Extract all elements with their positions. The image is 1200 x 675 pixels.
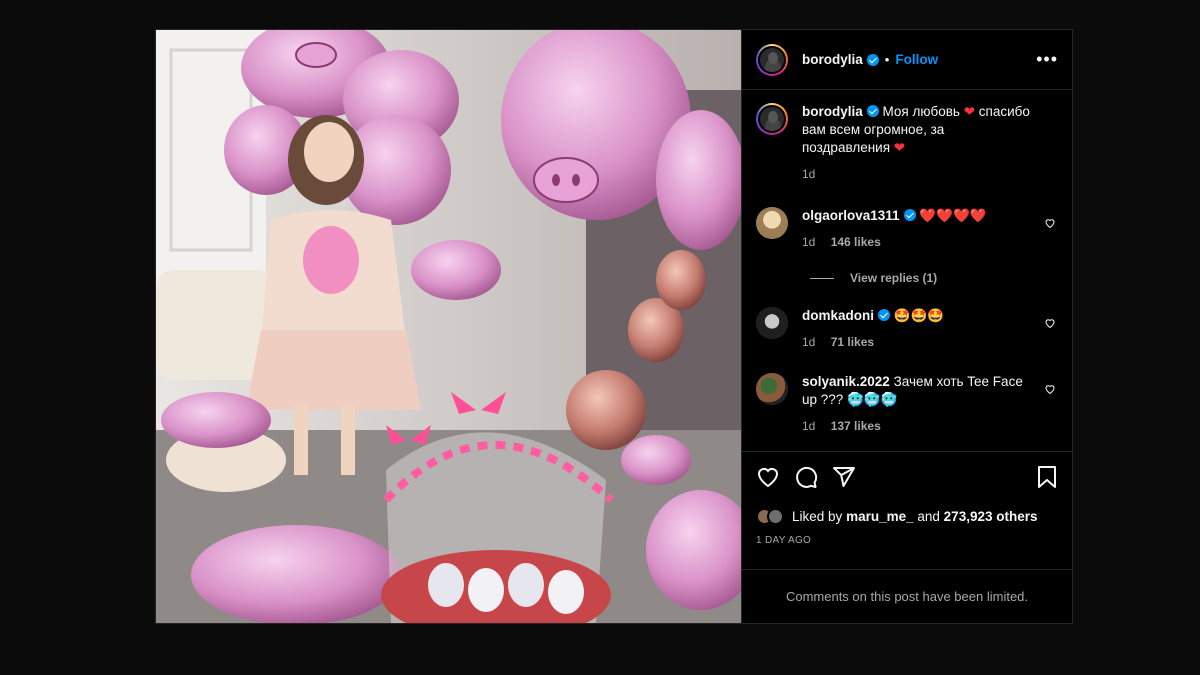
likes-summary: Liked by maru_me_ and 273,923 others	[756, 508, 1058, 525]
comment-avatar[interactable]	[756, 207, 788, 239]
verified-badge-icon	[866, 105, 879, 117]
more-options-icon[interactable]: •••	[1036, 49, 1058, 70]
caption: borodylia Моя любовь ❤ спасибо вам всем …	[756, 103, 1058, 183]
heart-emoji-icon: ❤	[893, 140, 906, 155]
comment-username[interactable]: domkadoni	[802, 308, 874, 323]
comment-likes[interactable]: 137 likes	[831, 419, 881, 433]
caption-avatar[interactable]	[756, 103, 788, 135]
liked-by-prefix: Liked by	[792, 509, 843, 524]
comment-text: 🤩🤩🤩	[893, 308, 945, 323]
comment-avatar[interactable]	[756, 373, 788, 405]
like-comment-heart-icon[interactable]	[1044, 317, 1056, 329]
instagram-post: borodylia • Follow ••• borodylia Моя люб…	[155, 29, 1073, 624]
post-header: borodylia • Follow •••	[742, 30, 1072, 90]
comment-avatar[interactable]	[756, 307, 788, 339]
caption-text-1: Моя любовь	[882, 104, 960, 119]
like-comment-heart-icon[interactable]	[1044, 383, 1056, 395]
save-bookmark-icon[interactable]	[1036, 465, 1058, 489]
comment: olgaorlova1311 ❤️❤️❤️❤️ 1d 146 likes	[756, 207, 1058, 251]
comment-icon[interactable]	[794, 465, 818, 489]
like-heart-icon[interactable]	[756, 465, 780, 489]
post-timestamp[interactable]: 1 DAY AGO	[756, 535, 1058, 546]
liked-by-and: and	[917, 509, 940, 524]
verified-badge-icon	[903, 209, 916, 221]
author-avatar[interactable]	[756, 43, 788, 76]
action-bar: Liked by maru_me_ and 273,923 others 1 D…	[742, 451, 1072, 546]
caption-username[interactable]: borodylia	[802, 104, 863, 119]
follow-button[interactable]: Follow	[895, 52, 938, 67]
liked-by-user[interactable]: maru_me_	[846, 509, 914, 524]
comment-likes[interactable]: 71 likes	[831, 335, 874, 349]
comment-time[interactable]: 1d	[802, 235, 815, 249]
comment-username[interactable]: olgaorlova1311	[802, 208, 900, 223]
comment-likes[interactable]: 146 likes	[831, 235, 881, 249]
comment-time[interactable]: 1d	[802, 335, 815, 349]
photo-illustration	[156, 30, 741, 623]
post-sidebar: borodylia • Follow ••• borodylia Моя люб…	[741, 30, 1072, 623]
caption-time[interactable]: 1d	[802, 167, 815, 181]
comment: domkadoni 🤩🤩🤩 1d 71 likes	[756, 307, 1058, 351]
view-replies-button[interactable]: View replies (1)	[810, 271, 1058, 285]
liked-by-count[interactable]: 273,923 others	[944, 509, 1038, 524]
comment: solyanik.2022 Зачем хоть Tee Face up ???…	[756, 373, 1058, 435]
comments-list: borodylia Моя любовь ❤ спасибо вам всем …	[742, 91, 1072, 451]
separator-dot: •	[884, 52, 890, 67]
comment-username[interactable]: solyanik.2022	[802, 374, 890, 389]
verified-badge-icon	[878, 309, 891, 321]
post-photo[interactable]	[156, 30, 741, 623]
comment-time[interactable]: 1d	[802, 419, 815, 433]
comment-text: ❤️❤️❤️❤️	[919, 208, 987, 223]
author-username[interactable]: borodylia	[802, 52, 863, 67]
liker-avatar[interactable]	[767, 508, 784, 525]
like-comment-heart-icon[interactable]	[1044, 217, 1056, 229]
comments-limited-notice: Comments on this post have been limited.	[742, 569, 1072, 623]
share-paper-plane-icon[interactable]	[832, 465, 856, 489]
heart-emoji-icon: ❤	[963, 104, 976, 119]
verified-badge-icon	[866, 53, 879, 66]
